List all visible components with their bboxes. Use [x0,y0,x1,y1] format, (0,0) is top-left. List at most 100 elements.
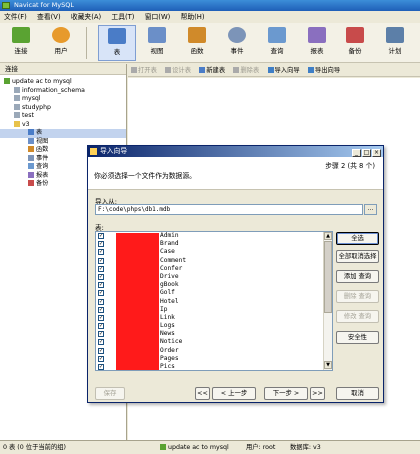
table-name: Pages [160,354,179,362]
table-checkbox[interactable]: ✓ [98,265,104,272]
table-name: Admin [160,232,179,239]
user-button[interactable]: 用户 [42,25,80,61]
open-table-button[interactable]: 打开表 [128,64,160,77]
tree-db-information-schema[interactable]: information_schema [0,86,126,96]
add-query-button[interactable]: 添加 查询 [336,270,379,283]
connection-icon [160,444,166,450]
first-step-button[interactable]: << [195,387,210,400]
table-checkbox[interactable]: ✓ [98,233,104,239]
function-button[interactable]: 函数 [178,25,216,61]
table-name: Notice [160,338,183,346]
backup-button[interactable]: 备份 [336,25,374,61]
table-checkbox[interactable]: ✓ [98,282,104,289]
status-database: 数据库: v3 [290,444,321,451]
table-name: Brand [160,240,179,248]
status-connection: update ac to mysql [160,441,229,454]
new-table-button[interactable]: 新建表 [196,64,228,77]
table-name: Confer [160,264,183,272]
select-all-button[interactable]: 全选 [336,232,379,245]
table-checkbox[interactable]: ✓ [98,298,104,305]
table-checkbox[interactable]: ✓ [98,314,104,321]
last-step-button[interactable]: >> [310,387,325,400]
delete-query-button[interactable]: 删除 查询 [336,290,379,303]
database-icon [14,95,20,101]
tree-connection[interactable]: update ac to mysql [0,78,126,87]
menu-help[interactable]: 帮助(H) [177,11,209,23]
plug-icon [12,27,30,43]
tree-db-studyphp[interactable]: studyphp [0,103,126,113]
prev-step-button[interactable]: < 上一步 [212,387,256,400]
browse-button[interactable]: ... [364,204,377,215]
view-icon [148,27,166,43]
security-button[interactable]: 安全性 [336,331,379,344]
event-icon [28,154,34,161]
delete-table-button[interactable]: 删除表 [230,64,262,77]
scroll-up-icon[interactable]: ▲ [324,232,332,240]
view-button[interactable]: 视图 [138,25,176,61]
table-checkbox[interactable]: ✓ [98,331,104,338]
database-icon [14,120,20,127]
import-path-field[interactable]: F:\code\phps\db1.mdb [95,204,363,215]
event-button[interactable]: 事件 [218,25,256,61]
table-button[interactable]: 表 [98,25,136,61]
table-checkbox[interactable]: ✓ [98,241,104,248]
tree-tables[interactable]: 表 [0,129,126,138]
query-button[interactable]: 查询 [258,25,296,61]
close-icon[interactable]: × [372,149,381,157]
deselect-all-button[interactable]: 全部取消选择 [336,250,379,263]
status-table-count: 0 表 (0 位于当前的组) [3,444,67,451]
table-checkbox[interactable]: ✓ [98,355,104,362]
table-checkbox[interactable]: ✓ [98,306,104,313]
main-toolbar: 连接 用户 表 视图 函数 事件 查询 报表 备份 计划 [0,23,420,63]
status-user: 用户: root [246,444,276,451]
import-icon [267,67,274,73]
maximize-icon[interactable]: □ [362,149,371,157]
scroll-thumb[interactable] [324,241,332,313]
table-name: Order [160,346,179,354]
table-checkbox[interactable]: ✓ [98,273,104,280]
save-button[interactable]: 保存 [95,387,125,400]
cancel-button[interactable]: 取消 [336,387,379,400]
menu-file[interactable]: 文件(F) [0,11,31,23]
import-wizard-button[interactable]: 导入向导 [265,64,303,77]
design-table-button[interactable]: 设计表 [162,64,194,77]
open-table-icon [131,67,137,73]
table-checkbox[interactable]: ✓ [98,347,104,354]
import-wizard-dialog: 导入向导 _ □ × 步骤 2 (共 8 个) 你必须选择一个文件作为数据源。 导入… [87,145,384,403]
next-step-button[interactable]: 下一步 > [264,387,308,400]
table-checkbox[interactable]: ✓ [98,323,104,330]
object-toolbar: 打开表 设计表 新建表 删除表 导入向导 导出向导 [128,64,420,77]
report-button[interactable]: 报表 [298,25,336,61]
table-name: Comment [160,256,187,264]
table-name: Logs [160,322,175,330]
tree-db-v3[interactable]: v3 [0,120,126,130]
connect-button[interactable]: 连接 [2,25,40,61]
schedule-icon [386,27,404,43]
scroll-down-icon[interactable]: ▼ [324,361,332,369]
table-name: Drive [160,272,179,280]
table-checkbox[interactable]: ✓ [98,364,104,370]
report-icon [28,171,34,178]
table-checkbox[interactable]: ✓ [98,339,104,346]
menu-favorites[interactable]: 收藏夹(A) [67,11,105,23]
menu-view[interactable]: 查看(V) [33,11,65,23]
table-checkbox[interactable]: ✓ [98,257,104,264]
table-checkbox[interactable]: ✓ [98,249,104,256]
wizard-header: 步骤 2 (共 8 个) 你必须选择一个文件作为数据源。 [88,157,383,190]
table-name: Hotel [160,297,179,305]
new-table-icon [199,67,206,73]
tree-db-test[interactable]: test [0,112,126,121]
edit-query-button[interactable]: 修改 查询 [336,310,379,323]
source-table-list: ✓ Admin ✓ Brand ✓ Case ✓ Comment ✓ Confer ✓ Drive ✓ g… [95,231,333,371]
menu-window[interactable]: 窗口(W) [141,11,175,23]
connection-icon [4,78,10,84]
schedule-button[interactable]: 计划 [376,25,414,61]
table-checkbox[interactable]: ✓ [98,290,104,297]
menu-tools[interactable]: 工具(T) [107,11,138,23]
table-name: Pics [160,363,175,370]
tree-db-mysql[interactable]: mysql [0,95,126,104]
table-name: Case [160,248,175,256]
minimize-icon[interactable]: _ [352,149,361,157]
export-wizard-button[interactable]: 导出向导 [305,64,343,77]
table-list-scrollbar[interactable]: ▲ ▼ [323,232,332,370]
